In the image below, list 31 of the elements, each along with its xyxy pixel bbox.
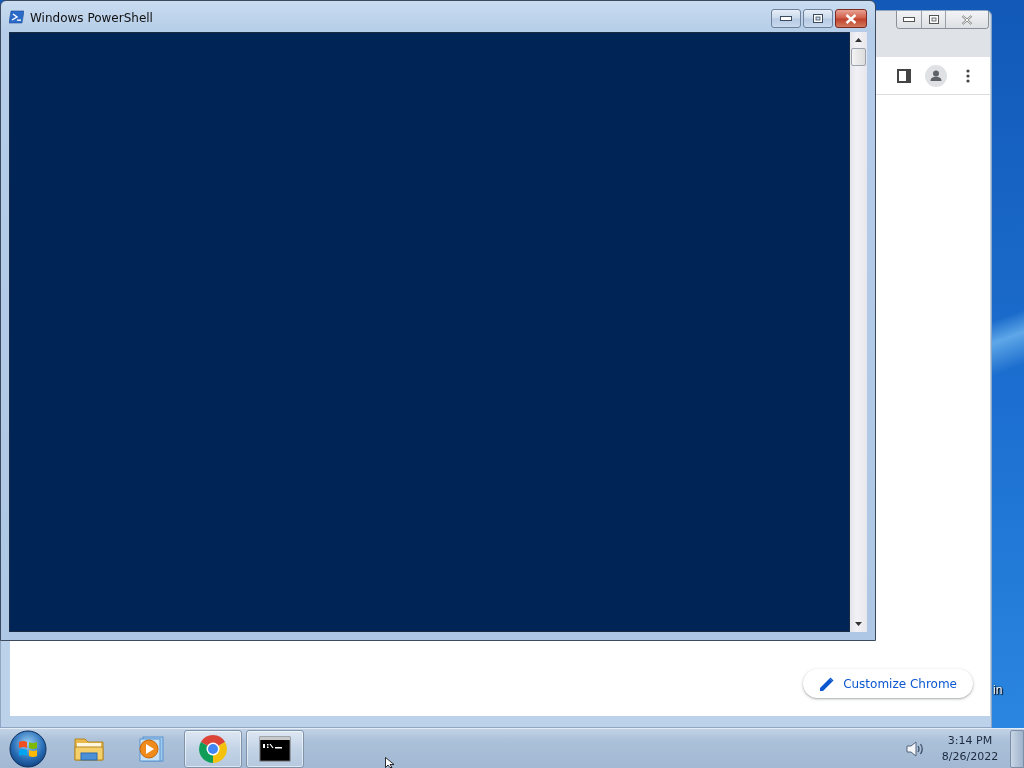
vertical-scrollbar[interactable] (850, 32, 867, 632)
more-menu-icon (966, 68, 970, 83)
minimize-icon (903, 17, 915, 22)
windows-logo-icon (9, 729, 47, 768)
browser-icon (197, 732, 229, 765)
pencil-icon (820, 676, 835, 691)
mouse-cursor-icon (385, 757, 397, 768)
up-caret-icon (855, 38, 862, 42)
avatar-icon (925, 64, 947, 87)
powershell-icon (9, 10, 24, 24)
customize-button[interactable]: Customize Chrome (803, 669, 973, 698)
minimize-button[interactable] (897, 11, 921, 28)
down-caret-icon (855, 622, 862, 626)
clock[interactable]: 3:14 PM 8/26/2022 (938, 733, 1002, 764)
maximize-icon (813, 14, 823, 23)
speaker-icon (906, 740, 924, 757)
minimize-icon (780, 16, 792, 21)
close-icon (961, 14, 973, 25)
taskbar-button[interactable] (246, 729, 304, 768)
clock-date: 8/26/2022 (941, 749, 999, 764)
side-panel-icon (897, 68, 911, 83)
window-title: Windows PowerShell (30, 11, 153, 25)
close-button[interactable] (835, 9, 867, 28)
close-icon (845, 13, 857, 24)
maximize-button[interactable] (803, 9, 833, 28)
desktop-icon-label: in (993, 683, 1003, 697)
maximize-button[interactable] (921, 11, 945, 28)
scrollbar-thumb[interactable] (851, 48, 866, 66)
minimize-button[interactable] (771, 9, 801, 28)
maximize-icon (928, 15, 939, 24)
clock-time: 3:14 PM (947, 733, 993, 748)
